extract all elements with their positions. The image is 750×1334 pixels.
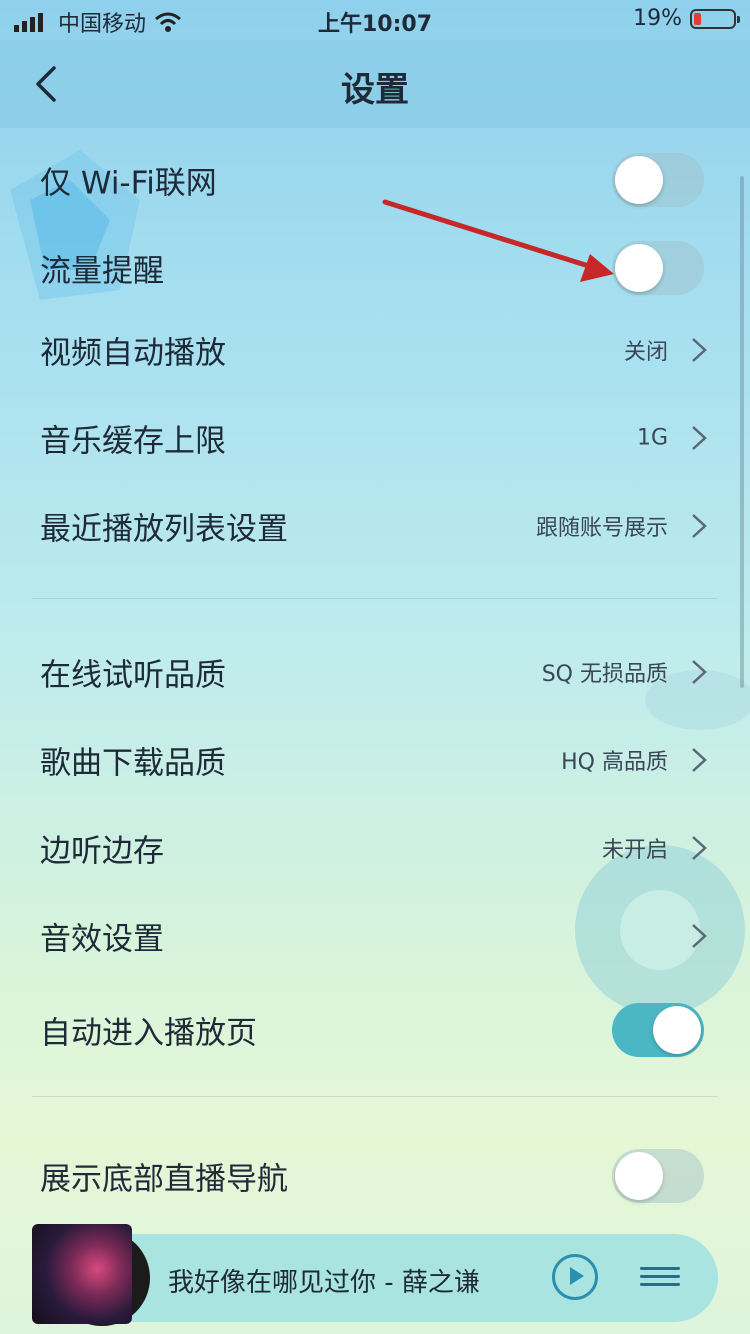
setting-download-quality[interactable]: 歌曲下载品质 HQ 高品质 (0, 718, 750, 802)
setting-cache-while-listening[interactable]: 边听边存 未开启 (0, 806, 750, 890)
status-bar: 中国移动 上午10:07 19% (0, 0, 750, 40)
scrollbar[interactable] (740, 176, 744, 688)
setting-label: 在线试听品质 (40, 657, 226, 694)
setting-label: 视频自动播放 (40, 335, 226, 372)
chevron-right-icon (692, 748, 707, 772)
setting-label: 边听边存 (40, 833, 164, 870)
now-playing-title: 我好像在哪见过你 - 薛之谦 (168, 1268, 480, 1298)
setting-label: 流量提醒 (40, 253, 164, 290)
setting-label: 最近播放列表设置 (40, 511, 288, 548)
setting-label: 仅 Wi-Fi联网 (40, 165, 217, 202)
setting-label: 音乐缓存上限 (40, 423, 226, 460)
chevron-right-icon (692, 338, 707, 362)
chevron-right-icon (692, 924, 707, 948)
album-cover[interactable] (32, 1224, 132, 1324)
section-divider (32, 598, 718, 599)
setting-live-nav: 展示底部直播导航 (0, 1134, 750, 1218)
play-button[interactable] (552, 1254, 598, 1300)
setting-auto-open-player: 自动进入播放页 (0, 988, 750, 1072)
setting-recent-playlist[interactable]: 最近播放列表设置 跟随账号展示 (0, 484, 750, 568)
data-reminder-toggle[interactable] (612, 241, 704, 295)
live-nav-toggle[interactable] (612, 1149, 704, 1203)
setting-label: 歌曲下载品质 (40, 745, 226, 782)
chevron-right-icon (692, 660, 707, 684)
setting-data-reminder: 流量提醒 (0, 226, 750, 310)
setting-value: 1G (636, 425, 668, 451)
auto-open-player-toggle[interactable] (612, 1003, 704, 1057)
section-divider (32, 1096, 718, 1097)
setting-value: 关闭 (623, 340, 668, 365)
setting-label: 音效设置 (40, 921, 164, 958)
battery-icon (690, 8, 740, 29)
chevron-right-icon (692, 426, 707, 450)
playlist-icon[interactable] (640, 1262, 680, 1292)
setting-value: 未开启 (601, 838, 668, 863)
setting-video-autoplay[interactable]: 视频自动播放 关闭 (0, 308, 750, 392)
setting-wifi-only: 仅 Wi-Fi联网 (0, 138, 750, 222)
chevron-right-icon (692, 836, 707, 860)
chevron-right-icon (692, 514, 707, 538)
setting-value: HQ 高品质 (561, 750, 668, 775)
battery-percent: 19% (633, 6, 682, 31)
nav-bar: 设置 (0, 40, 750, 128)
setting-stream-quality[interactable]: 在线试听品质 SQ 无损品质 (0, 630, 750, 714)
setting-label: 展示底部直播导航 (40, 1161, 288, 1198)
setting-cache-limit[interactable]: 音乐缓存上限 1G (0, 396, 750, 480)
wifi-only-toggle[interactable] (612, 153, 704, 207)
setting-value: 跟随账号展示 (535, 516, 668, 541)
setting-sound-effects[interactable]: 音效设置 (0, 894, 750, 978)
page-title: 设置 (341, 70, 409, 110)
setting-label: 自动进入播放页 (40, 1015, 257, 1052)
setting-value: SQ 无损品质 (541, 662, 668, 687)
